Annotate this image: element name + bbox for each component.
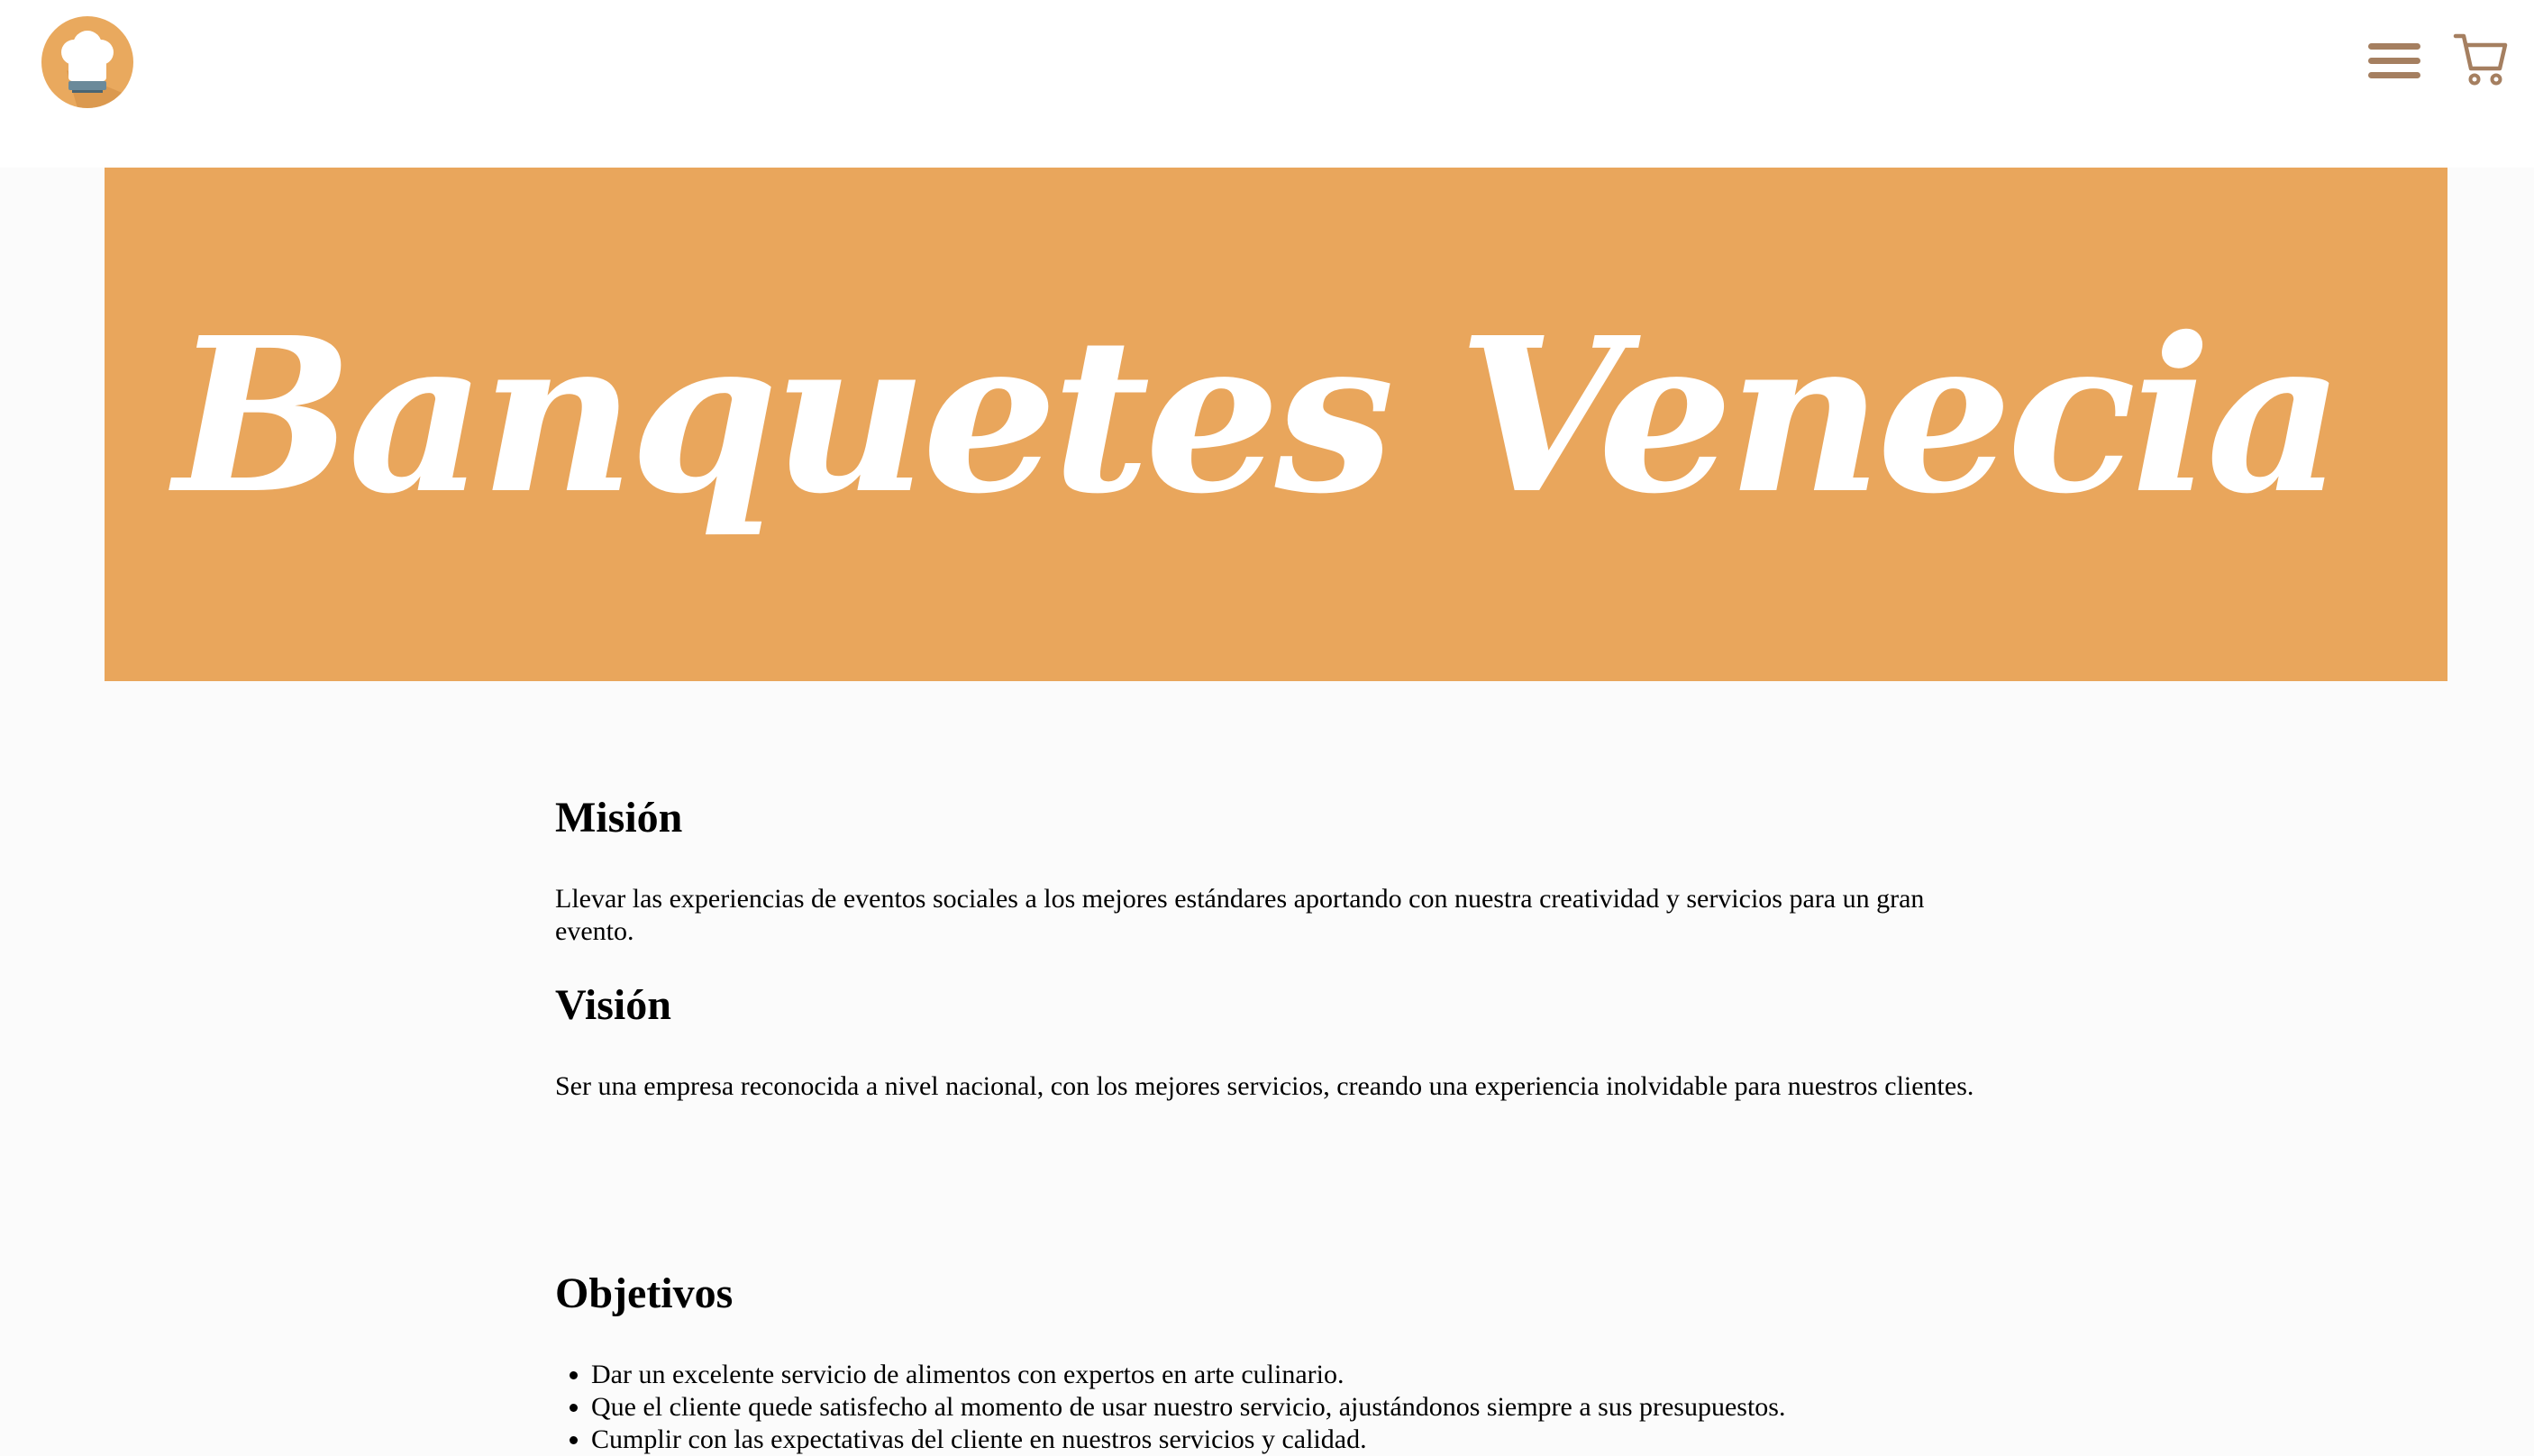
hamburger-menu-icon[interactable] <box>2366 40 2422 83</box>
vision-heading: Visión <box>555 981 671 1029</box>
objetivo-item: Cumplir con las expectativas del cliente… <box>591 1424 1785 1456</box>
hero-banner: Banquetes Venecia <box>105 168 2447 681</box>
vision-text: Ser una empresa reconocida a nivel nacio… <box>555 1071 1974 1101</box>
mision-heading: Misión <box>555 794 683 842</box>
objetivos-list: Dar un excelente servicio de alimentos c… <box>555 1359 1785 1456</box>
objetivo-item: Dar un excelente servicio de alimentos c… <box>591 1359 1785 1391</box>
mision-text: Llevar las experiencias de eventos socia… <box>555 884 1925 946</box>
top-navigation-bar <box>0 0 2534 168</box>
hero-title: Banquetes Venecia <box>173 290 2345 541</box>
chef-hat-logo-icon[interactable] <box>41 16 133 108</box>
objetivos-heading: Objetivos <box>555 1269 734 1317</box>
shopping-cart-icon[interactable] <box>2453 31 2509 88</box>
objetivo-item: Que el cliente quede satisfecho al momen… <box>591 1391 1785 1424</box>
